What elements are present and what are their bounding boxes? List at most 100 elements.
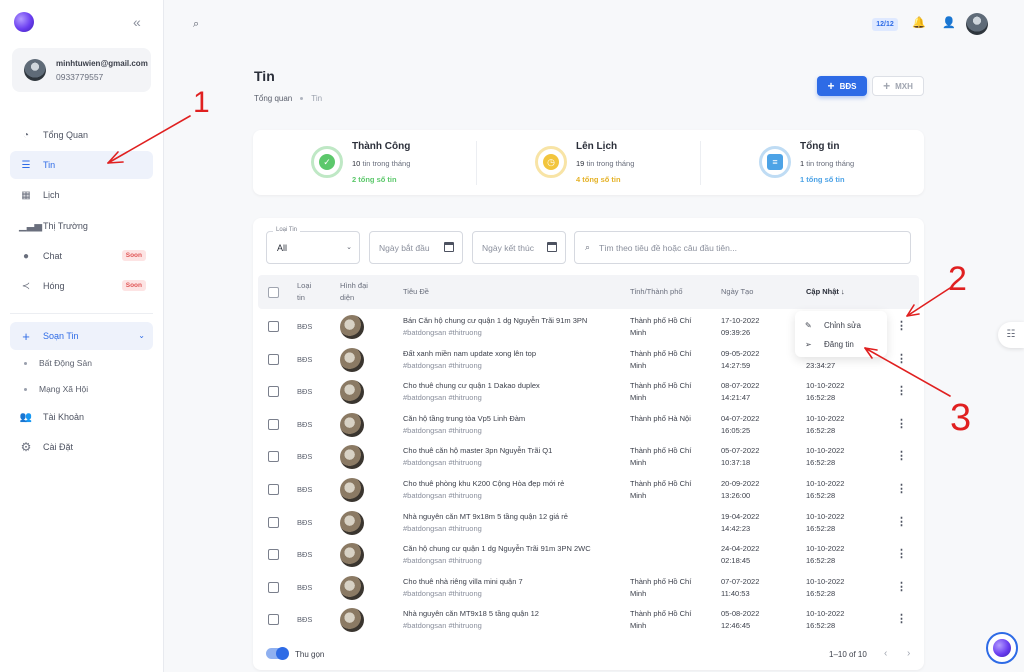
add-user-icon[interactable]: 👤 xyxy=(942,16,956,29)
row-checkbox[interactable] xyxy=(268,418,279,430)
row-title[interactable]: Đất xanh miền nam update xong lên top #ba… xyxy=(403,348,536,372)
row-title[interactable]: Nhà nguyên căn MT 9x18m 5 tầng quận 12 g… xyxy=(403,511,568,535)
add-bds-button[interactable]: + BĐS xyxy=(817,76,867,96)
table-row[interactable]: BĐS Nhà nguyên căn MT9x18 5 tầng quận 12 #… xyxy=(258,603,919,636)
table-row[interactable]: BĐS Cho thuê phòng khu K200 Cộng Hòa đẹp … xyxy=(258,473,919,506)
more-vertical-icon[interactable]: ⋮ xyxy=(896,581,907,593)
stat-title: Thành Công xyxy=(352,141,411,152)
more-vertical-icon[interactable]: ⋮ xyxy=(896,320,907,332)
row-checkbox[interactable] xyxy=(268,386,279,398)
stat-monthly: 10 tin trong tháng xyxy=(352,159,411,168)
column-updated[interactable]: Cập Nhật ↓ xyxy=(806,286,845,298)
row-thumbnail[interactable] xyxy=(340,543,364,568)
row-checkbox[interactable] xyxy=(268,484,279,495)
row-type: BĐS xyxy=(297,485,313,494)
row-title[interactable]: Cho thuê chung cư quận 1 Dakao duplex #ba… xyxy=(403,380,540,404)
more-vertical-icon[interactable]: ⋮ xyxy=(896,450,907,462)
column-created[interactable]: Ngày Tạo xyxy=(721,286,753,298)
row-checkbox[interactable] xyxy=(268,516,279,528)
collapse-sidebar-icon[interactable]: « xyxy=(133,14,141,30)
row-title[interactable]: Cho thuê nhà riêng villa mini quận 7 #bat… xyxy=(403,576,523,600)
search-input[interactable]: ⌕ Tìm theo tiêu đề hoặc câu đầu tiên... xyxy=(574,231,911,264)
avatar[interactable] xyxy=(966,13,988,35)
table-row[interactable]: BĐS Cho thuê căn hộ master 3pn Nguyễn Trã… xyxy=(258,440,919,473)
users-icon: 👥 xyxy=(19,411,33,423)
sidebar-item-hong[interactable]: ≺ Hóng Soon xyxy=(10,272,153,300)
row-title[interactable]: Căn hộ tầng trung tòa Vp5 Linh Đàm #batdo… xyxy=(403,413,525,437)
sidebar-item-compose[interactable]: + Soạn Tin ⌄ xyxy=(10,322,153,350)
row-thumbnail[interactable] xyxy=(340,380,364,405)
clock-icon: ◷ xyxy=(543,154,559,170)
more-vertical-icon[interactable]: ⋮ xyxy=(896,613,907,625)
column-title[interactable]: Tiêu Đề xyxy=(403,286,429,298)
start-date-field[interactable]: Ngày bắt đầu xyxy=(369,231,463,264)
sidebar-item-market[interactable]: ▁▃▅ Thị Trường xyxy=(10,212,153,240)
type-select[interactable]: Loại Tin All ⌄ xyxy=(266,227,360,264)
breadcrumb-item[interactable]: Tổng quan xyxy=(254,94,292,103)
row-thumbnail[interactable] xyxy=(340,412,364,437)
row-checkbox[interactable] xyxy=(268,614,279,626)
sidebar-item-chat[interactable]: ● Chat Soon xyxy=(10,242,153,270)
row-thumbnail[interactable] xyxy=(340,347,364,372)
table-row[interactable]: BĐS Cho thuê chung cư quận 1 Dakao duplex… xyxy=(258,375,919,408)
end-date-field[interactable]: Ngày kết thúc xyxy=(472,231,566,264)
table-row[interactable]: BĐS Căn hộ chung cư quận 1 dg Nguyễn Trãi… xyxy=(258,538,919,571)
row-updated: 10-10-2022 16:52:28 xyxy=(806,413,845,435)
user-card[interactable]: minhtuwien@gmail.com 0933779557 xyxy=(12,48,151,92)
more-vertical-icon[interactable]: ⋮ xyxy=(896,353,907,365)
row-checkbox[interactable] xyxy=(268,581,279,593)
table-row[interactable]: BĐS Căn hộ tầng trung tòa Vp5 Linh Đàm #ba… xyxy=(258,408,919,441)
plus-icon: + xyxy=(827,79,835,93)
row-title[interactable]: Nhà nguyên căn MT9x18 5 tầng quận 12 #bat… xyxy=(403,608,539,632)
annotation-number-2: 2 xyxy=(948,260,967,298)
sidebar-item-overview[interactable]: ◔ Tổng Quan xyxy=(10,121,153,149)
row-title[interactable]: Bán Căn hộ chung cư quận 1 dg Nguyễn Trã… xyxy=(403,315,587,339)
select-all-checkbox[interactable] xyxy=(268,287,279,298)
more-vertical-icon[interactable]: ⋮ xyxy=(896,418,907,430)
sidebar-subitem-social[interactable]: Mạng Xã Hội xyxy=(24,384,88,394)
bell-icon[interactable]: 🔔 xyxy=(912,16,926,29)
more-vertical-icon[interactable]: ⋮ xyxy=(896,548,907,560)
column-city[interactable]: Tỉnh/Thành phố xyxy=(630,286,683,298)
more-vertical-icon[interactable]: ⋮ xyxy=(896,385,907,397)
row-thumbnail[interactable] xyxy=(340,445,364,470)
next-page-icon[interactable]: › xyxy=(907,648,910,659)
row-checkbox[interactable] xyxy=(268,353,279,365)
search-icon[interactable]: ⌕ xyxy=(193,18,199,31)
sidebar-item-posts[interactable]: ☰ Tin xyxy=(10,151,153,179)
table-row[interactable]: BĐS Cho thuê nhà riêng villa mini quận 7 #… xyxy=(258,571,919,604)
sidebar-item-settings[interactable]: ⚙ Cài Đặt xyxy=(10,433,153,461)
row-title[interactable]: Căn hộ chung cư quận 1 dg Nguyễn Trãi 91… xyxy=(403,543,591,567)
row-thumbnail[interactable] xyxy=(340,478,364,502)
sidebar-item-account[interactable]: 👥 Tài Khoản xyxy=(10,403,153,431)
table-row[interactable]: BĐS Nhà nguyên căn MT 9x18m 5 tầng quận 1… xyxy=(258,506,919,539)
prev-page-icon[interactable]: ‹ xyxy=(884,648,887,659)
row-title[interactable]: Cho thuê phòng khu K200 Cộng Hòa đẹp mới… xyxy=(403,478,564,502)
sidebar-item-calendar[interactable]: ▦ Lịch xyxy=(10,181,153,209)
sidebar: « minhtuwien@gmail.com 0933779557 ◔ Tổng… xyxy=(0,0,164,672)
sidebar-subitem-real-estate[interactable]: Bất Động Sản xyxy=(24,358,92,368)
more-vertical-icon[interactable]: ⋮ xyxy=(896,483,907,495)
row-checkbox[interactable] xyxy=(268,451,279,463)
row-thumbnail[interactable] xyxy=(340,510,364,535)
calendar-icon[interactable] xyxy=(547,242,557,252)
menu-item-publish[interactable]: ➢ Đăng tin xyxy=(805,340,854,349)
row-thumbnail[interactable] xyxy=(340,315,364,339)
row-checkbox[interactable] xyxy=(268,549,279,561)
row-thumbnail[interactable] xyxy=(340,608,364,633)
soon-badge: Soon xyxy=(121,280,146,291)
calendar-icon[interactable] xyxy=(444,242,454,252)
row-checkbox[interactable] xyxy=(268,321,279,332)
app-logo[interactable] xyxy=(14,12,34,32)
divider xyxy=(10,313,153,314)
sidebar-item-label: Tin xyxy=(43,160,56,170)
settings-sliders-icon[interactable]: ☷ xyxy=(998,322,1024,348)
collapse-toggle[interactable] xyxy=(266,647,289,660)
more-vertical-icon[interactable]: ⋮ xyxy=(896,516,907,528)
row-title[interactable]: Cho thuê căn hộ master 3pn Nguyễn Trãi Q… xyxy=(403,445,552,469)
add-mxh-button[interactable]: + MXH xyxy=(872,76,924,96)
post-count-badge[interactable]: 12/12 xyxy=(872,18,898,31)
row-thumbnail[interactable] xyxy=(340,575,364,600)
chat-launcher-button[interactable] xyxy=(986,632,1018,664)
menu-item-edit[interactable]: ✎ Chỉnh sửa xyxy=(805,321,861,330)
